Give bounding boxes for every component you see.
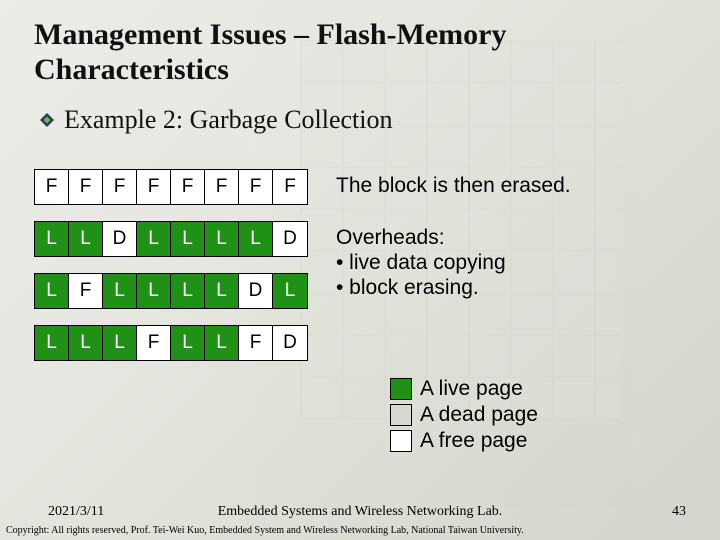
memory-page-cell: L [273, 274, 307, 308]
memory-page-cell: L [171, 222, 205, 256]
memory-page-cell: D [273, 326, 307, 360]
block-row: LLDLLLLDLFLLLLDLOverheads:• live data co… [34, 221, 686, 309]
legend-swatch-free [390, 430, 412, 452]
memory-page-cell: F [273, 170, 307, 204]
memory-page-cell: L [35, 326, 69, 360]
memory-page-cell: F [35, 170, 69, 204]
memory-page-cell: L [35, 222, 69, 256]
legend: A live pageA dead pageA free page [390, 377, 686, 453]
row-annotation: Overheads:• live data copying• block era… [336, 221, 506, 301]
memory-page-cell: L [171, 326, 205, 360]
block-row: FFFFFFFFThe block is then erased. [34, 169, 686, 205]
memory-page-cell: F [205, 170, 239, 204]
memory-page-cell: D [103, 222, 137, 256]
legend-swatch-live [390, 378, 412, 400]
content-area: FFFFFFFFThe block is then erased.LLDLLLL… [34, 169, 686, 453]
memory-block: LLDLLLLD [34, 221, 308, 257]
memory-page-cell: L [205, 326, 239, 360]
row-annotation: The block is then erased. [336, 169, 571, 198]
legend-label: A dead page [420, 403, 538, 427]
memory-page-cell: L [35, 274, 69, 308]
memory-page-cell: F [69, 274, 103, 308]
legend-item: A live page [390, 377, 686, 401]
subtitle: Example 2: Garbage Collection [64, 105, 393, 135]
legend-swatch-dead [390, 404, 412, 426]
slide: Management Issues – Flash-Memory Charact… [0, 0, 720, 540]
memory-page-cell: L [137, 222, 171, 256]
memory-page-cell: F [239, 170, 273, 204]
memory-page-cell: F [137, 326, 171, 360]
diamond-bullet-icon [40, 113, 54, 127]
memory-block: FFFFFFFF [34, 169, 308, 205]
memory-page-cell: D [239, 274, 273, 308]
memory-page-cell: F [137, 170, 171, 204]
legend-item: A free page [390, 429, 686, 453]
memory-page-cell: L [205, 222, 239, 256]
memory-page-cell: L [137, 274, 171, 308]
block-row: LLLFLLFD [34, 325, 686, 361]
memory-page-cell: F [103, 170, 137, 204]
memory-page-cell: L [103, 274, 137, 308]
memory-page-cell: L [171, 274, 205, 308]
memory-page-cell: D [273, 222, 307, 256]
memory-page-cell: F [171, 170, 205, 204]
legend-label: A live page [420, 377, 523, 401]
page-title: Management Issues – Flash-Memory Charact… [34, 18, 686, 87]
memory-page-cell: L [239, 222, 273, 256]
memory-block: LFLLLLDL [34, 273, 308, 309]
subtitle-row: Example 2: Garbage Collection [34, 105, 686, 135]
memory-page-cell: F [239, 326, 273, 360]
memory-page-cell: L [205, 274, 239, 308]
memory-page-cell: L [103, 326, 137, 360]
legend-item: A dead page [390, 403, 686, 427]
memory-block: LLLFLLFD [34, 325, 308, 361]
memory-page-cell: L [69, 222, 103, 256]
legend-label: A free page [420, 429, 527, 453]
memory-page-cell: L [69, 326, 103, 360]
memory-page-cell: F [69, 170, 103, 204]
